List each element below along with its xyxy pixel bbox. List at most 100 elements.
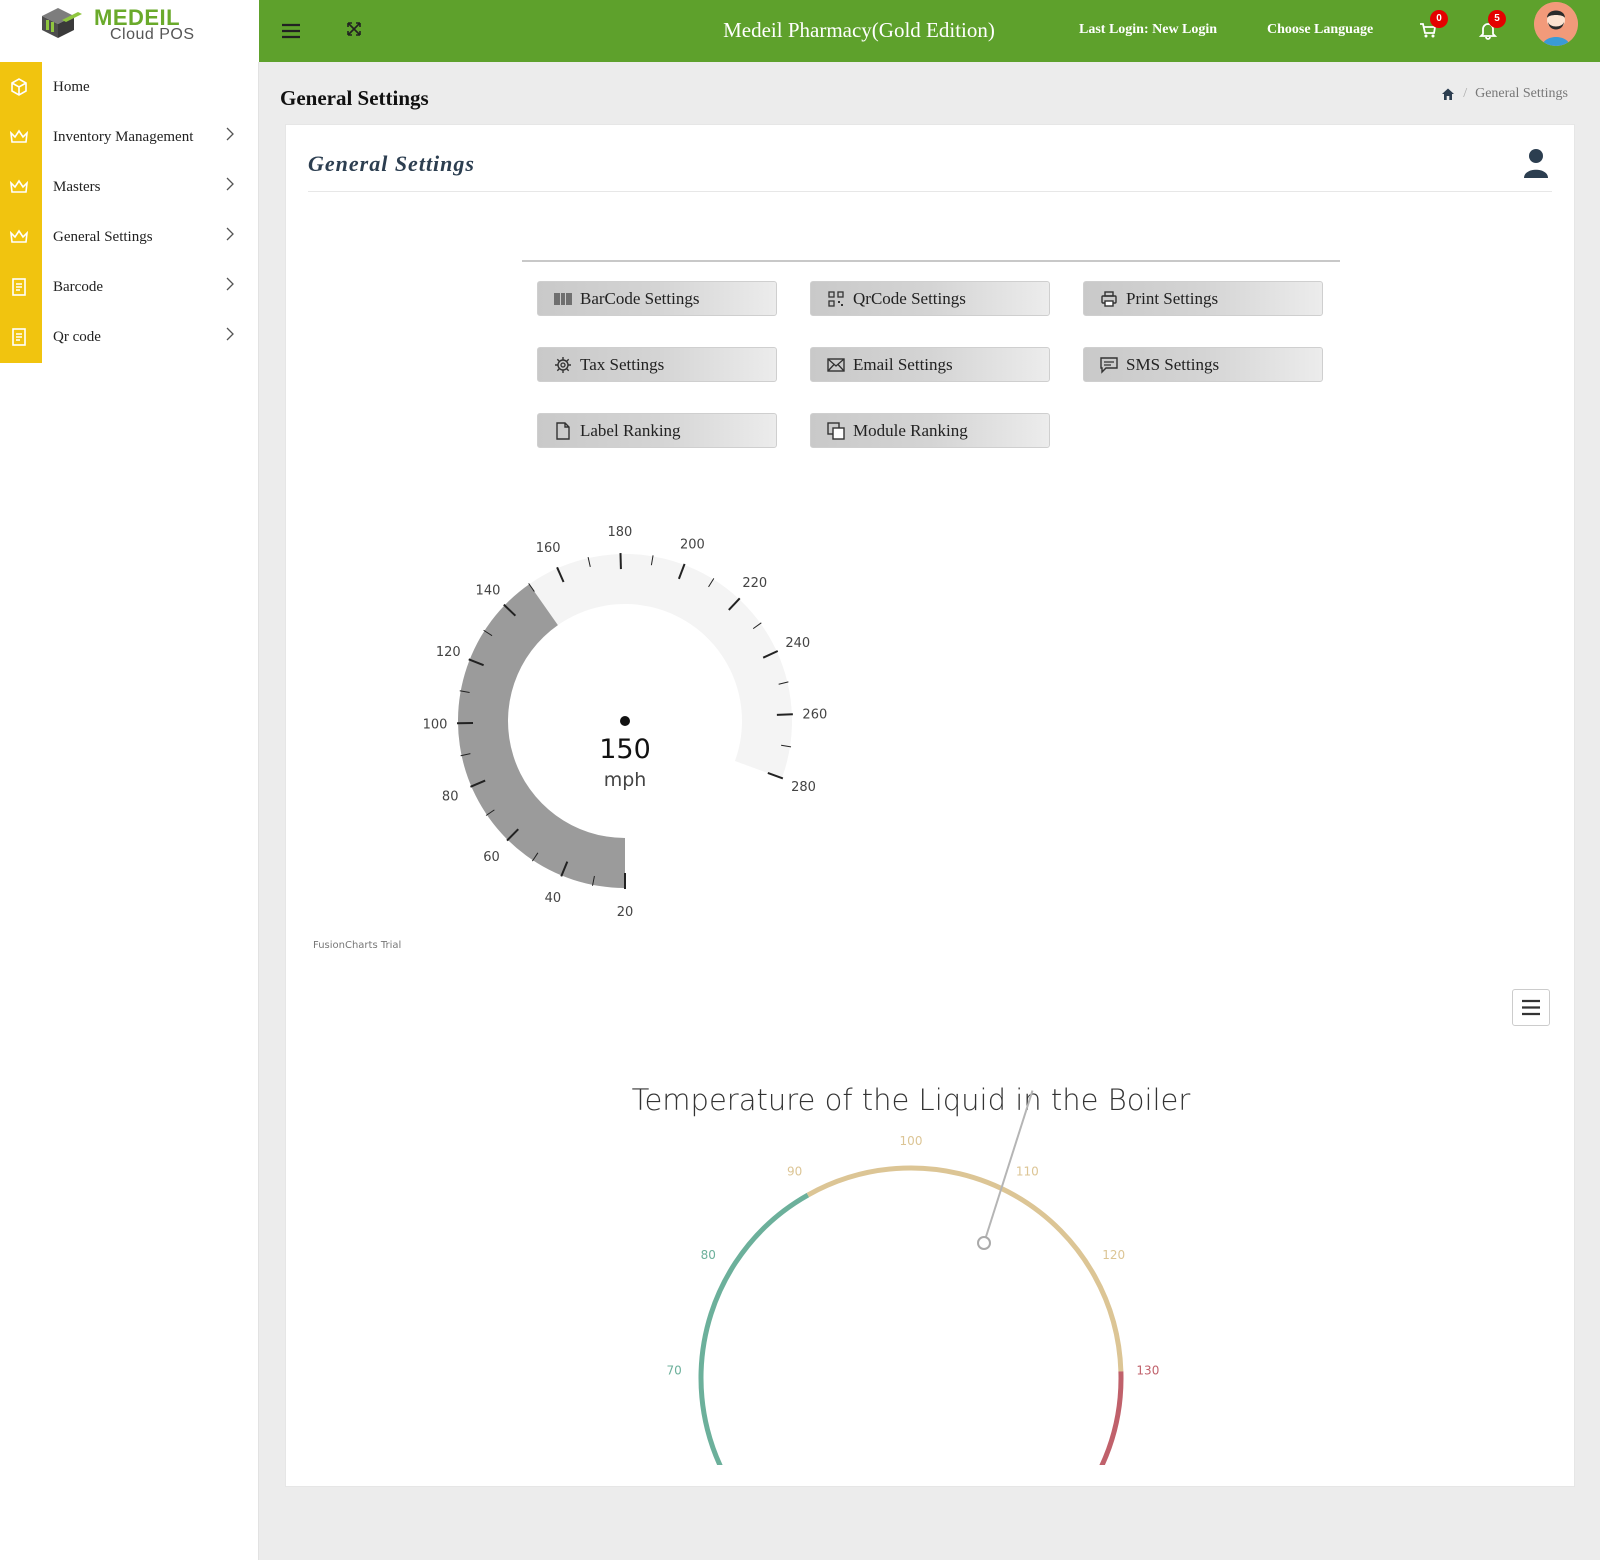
sidebar-item-label: General Settings: [53, 228, 153, 245]
sidebar-item-general-settings[interactable]: General Settings: [0, 212, 259, 262]
button-label: Label Ranking: [580, 420, 681, 440]
gauge-tick-label: 80: [701, 1248, 716, 1262]
button-label: Tax Settings: [580, 354, 665, 374]
print-icon: [1101, 290, 1117, 307]
temperature-gauge-chart: Temperature of the Liquid in the Boiler5…: [632, 1083, 1191, 1465]
gauge-tick-label: 70: [666, 1364, 681, 1378]
gauge-value-label: 150: [599, 734, 651, 765]
envelope-icon: [827, 357, 845, 372]
gauge-band: [1099, 1371, 1124, 1465]
card-title: General Settings: [308, 151, 475, 176]
tax-settings-button[interactable]: Tax Settings: [537, 347, 777, 382]
copy-icon: [827, 421, 845, 440]
print-settings-button[interactable]: Print Settings: [1083, 281, 1323, 316]
chevron-right-icon: [226, 277, 234, 291]
app-logo[interactable]: MEDEIL Cloud POS: [0, 0, 259, 62]
file-icon: [556, 421, 570, 440]
gauge-tick-label: 110: [1016, 1165, 1039, 1179]
button-label: Module Ranking: [853, 420, 968, 440]
crown-icon: [9, 179, 29, 193]
gauge-tick-label: 60: [483, 850, 500, 865]
gauge-tick-label: 240: [785, 636, 810, 651]
gauge-title: Temperature of the Liquid in the Boiler: [632, 1083, 1191, 1117]
gauge-tick-label: 20: [617, 905, 634, 920]
label-ranking-button[interactable]: Label Ranking: [537, 413, 777, 448]
breadcrumb-separator: /: [1463, 86, 1468, 101]
fusioncharts-trial-watermark: FusionCharts Trial: [313, 940, 402, 951]
hamburger-menu-icon: [1522, 999, 1540, 1016]
gauge-tick-label: 90: [787, 1165, 802, 1179]
button-label: Email Settings: [853, 354, 953, 374]
gauge-band: [698, 1192, 810, 1465]
fullscreen-toggle-icon[interactable]: [342, 17, 366, 41]
choose-language-link[interactable]: Choose Language: [1267, 22, 1373, 38]
gauge-tick-label: 120: [436, 645, 461, 660]
document-icon: [12, 328, 26, 346]
gauge-tick-label: 280: [791, 780, 816, 795]
box-icon: [11, 78, 27, 96]
home-icon[interactable]: [1441, 87, 1455, 101]
sidebar-item-home[interactable]: Home: [0, 62, 259, 112]
sidebar-item-label: Masters: [53, 178, 101, 195]
button-label: Print Settings: [1126, 288, 1219, 308]
document-icon: [12, 278, 26, 296]
cart-count-badge: 0: [1430, 10, 1448, 28]
gauge-tick-label: 40: [545, 891, 562, 906]
logo-cube-icon: [42, 8, 82, 38]
sidebar-item-barcode[interactable]: Barcode: [0, 262, 259, 312]
gauge-band: [806, 1165, 1124, 1372]
card-divider: [308, 191, 1552, 192]
module-ranking-button[interactable]: Module Ranking: [810, 413, 1050, 448]
sidebar-item-label: Qr code: [53, 328, 101, 345]
user-profile-icon[interactable]: [1522, 147, 1550, 179]
gauge-tick-label: 120: [1102, 1248, 1125, 1262]
sidebar: MEDEIL Cloud POS Home Inventory Manageme…: [0, 0, 259, 1560]
sidebar-item-masters[interactable]: Masters: [0, 162, 259, 212]
logo-subtitle: Cloud POS: [110, 26, 195, 43]
crown-icon: [9, 129, 29, 143]
gauge-tick-label: 100: [423, 718, 448, 733]
qrcode-settings-button[interactable]: QrCode Settings: [810, 281, 1050, 316]
breadcrumb-current: General Settings: [1475, 86, 1568, 101]
breadcrumb: / General Settings: [1441, 86, 1568, 102]
user-avatar-icon: [1534, 2, 1578, 46]
gauge-tick-label: 200: [680, 537, 705, 552]
gauge-tick-label: 180: [607, 525, 632, 540]
chevron-right-icon: [226, 227, 234, 241]
page-title: General Settings: [280, 86, 429, 110]
button-label: SMS Settings: [1126, 354, 1220, 374]
chevron-right-icon: [226, 127, 234, 141]
gauge-tick-label: 260: [802, 707, 827, 722]
sidebar-item-label: Inventory Management: [53, 128, 194, 145]
gauge-tick-label: 100: [900, 1134, 923, 1148]
gauge-tick-label: 140: [476, 583, 501, 598]
barcode-settings-button[interactable]: BarCode Settings: [537, 281, 777, 316]
sidebar-item-qr-code[interactable]: Qr code: [0, 312, 259, 362]
barcode-icon: [554, 292, 572, 305]
gear-icon: [555, 356, 571, 373]
last-login-text: Last Login: New Login: [1079, 22, 1218, 37]
sidebar-item-inventory-management[interactable]: Inventory Management: [0, 112, 259, 162]
hamburger-menu-icon[interactable]: [279, 19, 303, 43]
chart-menu-button[interactable]: [1512, 989, 1550, 1026]
message-icon: [1100, 356, 1118, 374]
gauge-tick: [776, 713, 793, 716]
gauge-tick-label: 160: [536, 541, 561, 556]
crown-icon: [9, 229, 29, 243]
sidebar-item-label: Barcode: [53, 278, 103, 295]
button-label: BarCode Settings: [580, 288, 700, 308]
gauge-pivot: [620, 716, 630, 726]
gauge-unit-label: mph: [604, 769, 647, 791]
user-avatar[interactable]: [1534, 2, 1578, 46]
gauge-needle-pivot: [977, 1236, 991, 1250]
sms-settings-button[interactable]: SMS Settings: [1083, 347, 1323, 382]
qrcode-icon: [828, 290, 844, 307]
speed-gauge-chart: 20 40 60 80 100 120 140 160 180 200 220 240 260 280 15…: [423, 525, 828, 920]
top-bar: Medeil Pharmacy(Gold Edition) Last Login…: [259, 0, 1600, 62]
app-title: Medeil Pharmacy(Gold Edition): [723, 18, 995, 42]
notification-count-badge: 5: [1488, 10, 1506, 28]
buttons-divider: [522, 260, 1340, 262]
gauge-tick-label: 220: [742, 576, 767, 591]
email-settings-button[interactable]: Email Settings: [810, 347, 1050, 382]
gauge-tick-label: 80: [442, 789, 459, 804]
